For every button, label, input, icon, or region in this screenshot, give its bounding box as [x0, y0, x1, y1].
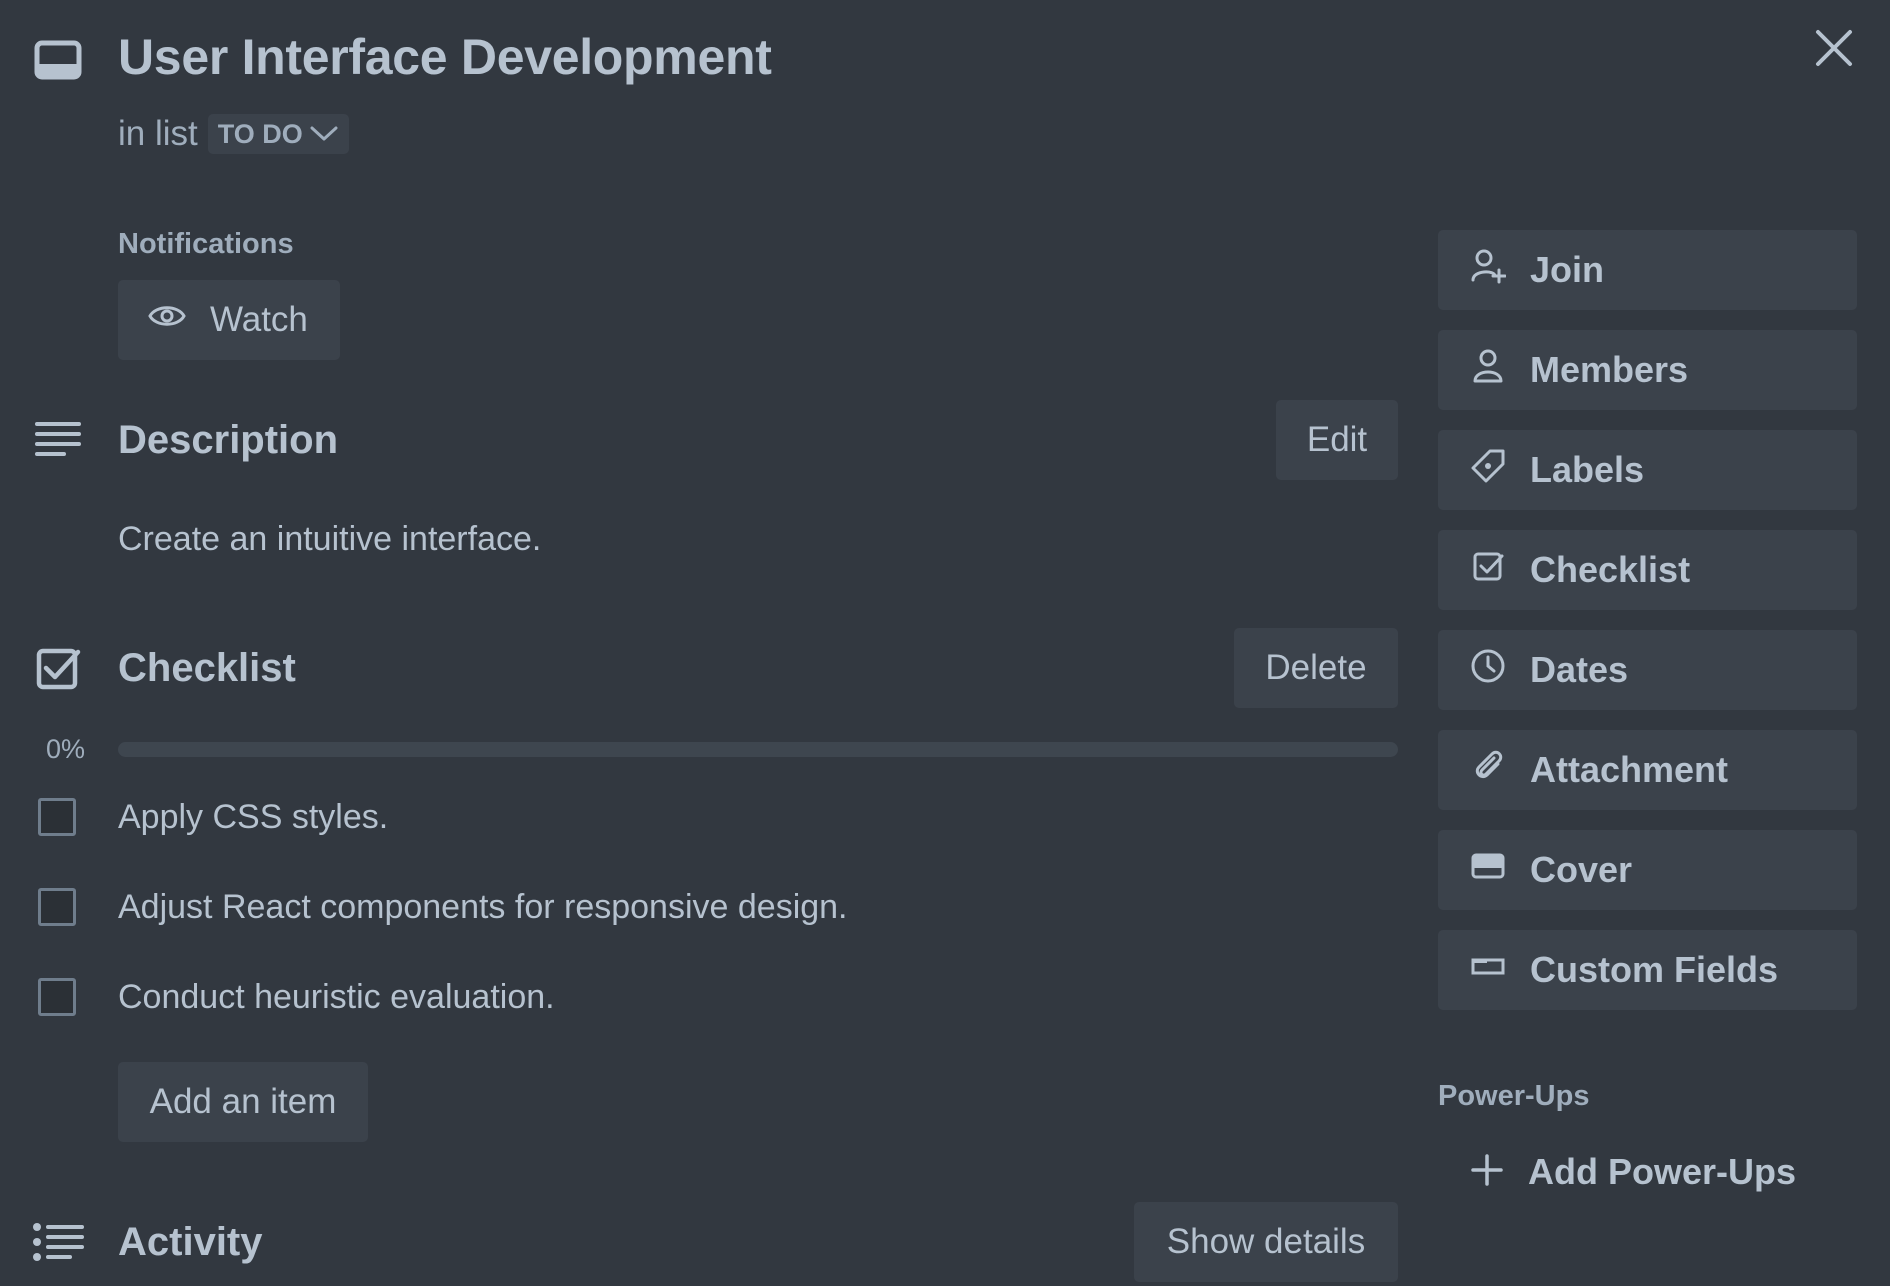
card-title[interactable]: User Interface Development — [118, 28, 772, 86]
sidebar-attachment-button[interactable]: Attachment — [1438, 730, 1857, 810]
checklist-item-checkbox[interactable] — [38, 888, 76, 926]
sidebar-button-label: Checklist — [1530, 549, 1691, 590]
show-details-button[interactable]: Show details — [1134, 1202, 1398, 1282]
sidebar-dates-button[interactable]: Dates — [1438, 630, 1857, 710]
sidebar-labels-button[interactable]: Labels — [1438, 430, 1857, 510]
list-selector[interactable]: TO DO — [207, 114, 349, 154]
activity-icon — [32, 1222, 84, 1262]
paperclip-icon — [1470, 748, 1506, 793]
powerups-label: Power-Ups — [1438, 1080, 1590, 1112]
add-powerups-label: Add Power-Ups — [1528, 1151, 1797, 1192]
card-icon — [34, 40, 82, 80]
show-details-label: Show details — [1166, 1222, 1366, 1261]
delete-label: Delete — [1265, 648, 1367, 687]
notifications-label: Notifications — [118, 228, 294, 260]
list-info: in list TO DO — [118, 112, 349, 156]
sidebar-button-label: Labels — [1530, 449, 1645, 490]
sidebar-custom-fields-button[interactable]: Custom Fields — [1438, 930, 1857, 1010]
delete-checklist-button[interactable]: Delete — [1234, 628, 1398, 708]
eye-icon — [148, 300, 186, 340]
sidebar-join-button[interactable]: Join — [1438, 230, 1857, 310]
checklist-title[interactable]: Checklist — [118, 646, 296, 691]
description-title: Description — [118, 418, 339, 462]
checklist-item-checkbox[interactable] — [38, 798, 76, 836]
progress-percent: 0% — [46, 734, 86, 764]
sidebar-cover-button[interactable]: Cover — [1438, 830, 1857, 910]
user-icon — [1470, 348, 1506, 393]
checklist-item-checkbox[interactable] — [38, 978, 76, 1016]
activity-title: Activity — [118, 1220, 263, 1264]
cover-icon — [1470, 848, 1506, 893]
checklist-item-text[interactable]: Adjust React components for responsive d… — [118, 888, 848, 927]
list-name: TO DO — [217, 118, 303, 149]
edit-label: Edit — [1306, 420, 1368, 459]
checklist-icon — [36, 646, 82, 690]
add-item-label: Add an item — [149, 1082, 337, 1121]
user-plus-icon — [1470, 248, 1507, 293]
sidebar-checklist-button[interactable]: Checklist — [1438, 530, 1857, 610]
add-item-button[interactable]: Add an item — [118, 1062, 368, 1142]
sidebar-button-label: Custom Fields — [1530, 949, 1779, 990]
add-powerups-button[interactable]: Add Power-Ups — [1470, 1148, 1796, 1196]
watch-button[interactable]: Watch — [118, 280, 340, 360]
description-text[interactable]: Create an intuitive interface. — [118, 520, 541, 559]
checklist-item-text[interactable]: Conduct heuristic evaluation. — [118, 978, 555, 1017]
custom-fields-icon — [1470, 948, 1506, 993]
checklist-small-icon — [1470, 548, 1506, 593]
watch-label: Watch — [210, 300, 308, 339]
sidebar-button-label: Join — [1530, 249, 1605, 290]
tag-icon — [1470, 448, 1506, 493]
sidebar-button-label: Members — [1530, 349, 1689, 390]
clock-icon — [1470, 648, 1506, 693]
sidebar-button-label: Dates — [1530, 649, 1629, 690]
plus-icon — [1470, 1153, 1504, 1192]
chevron-down-icon — [309, 119, 339, 150]
progress-bar — [118, 742, 1398, 757]
checklist-item-text[interactable]: Apply CSS styles. — [118, 798, 388, 837]
edit-description-button[interactable]: Edit — [1276, 400, 1398, 480]
description-icon — [34, 420, 82, 460]
close-icon[interactable] — [1814, 28, 1854, 68]
sidebar-button-label: Cover — [1530, 849, 1633, 890]
sidebar-button-label: Attachment — [1530, 749, 1729, 790]
in-list-prefix: in list — [118, 114, 198, 153]
sidebar-members-button[interactable]: Members — [1438, 330, 1857, 410]
